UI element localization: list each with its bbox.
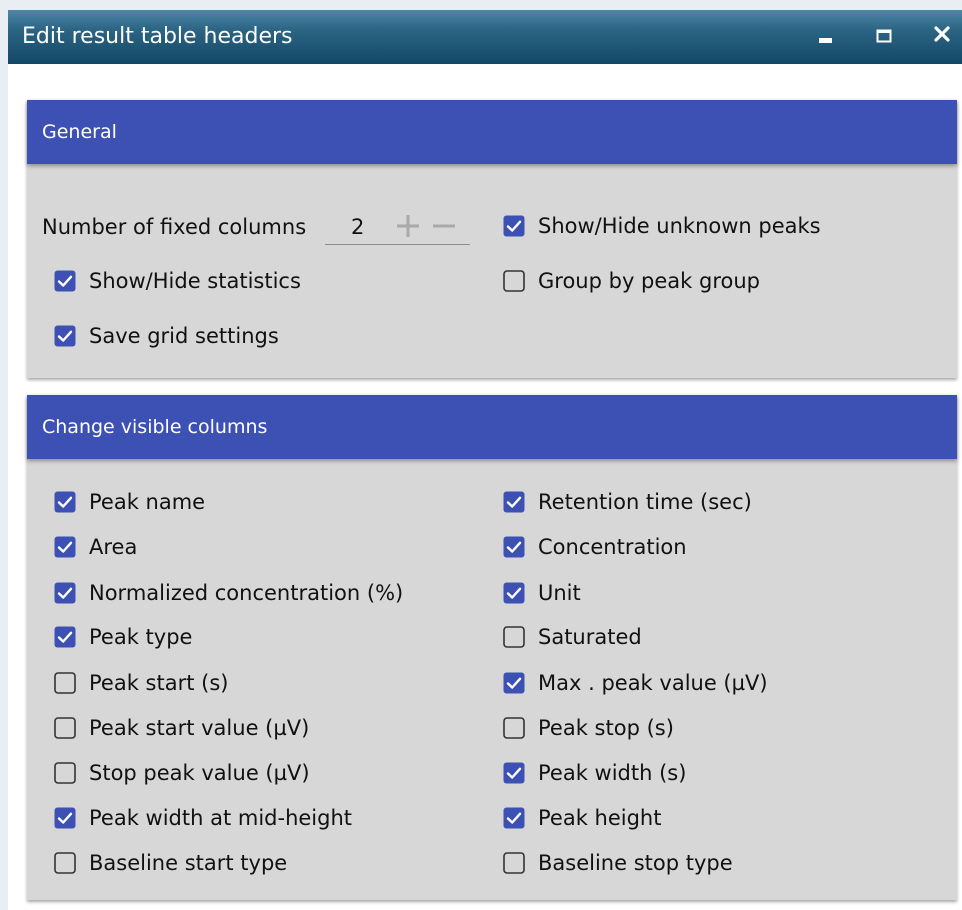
window-title: Edit result table headers: [22, 24, 293, 49]
visible-columns-panel: Change visible columns Peak name Area No…: [27, 395, 957, 900]
checkbox-checked-icon: [54, 807, 76, 829]
checkbox-checked-icon: [54, 491, 76, 513]
minus-icon: [433, 224, 455, 228]
checkbox-checked-icon: [503, 536, 525, 558]
checkbox-label: Peak stop (s): [538, 716, 674, 740]
save-grid-settings-checkbox[interactable]: Save grid settings: [54, 323, 279, 349]
checkbox-unchecked-icon: [503, 626, 525, 648]
checkbox-label: Peak start value (µV): [89, 716, 310, 740]
increment-button[interactable]: [395, 214, 421, 238]
checkbox-unchecked-icon: [54, 672, 76, 694]
checkbox-label: Peak type: [89, 625, 193, 649]
general-panel-header: General: [27, 100, 957, 164]
column-checkbox-concentration[interactable]: Concentration: [503, 534, 687, 560]
checkbox-label: Saturated: [538, 625, 642, 649]
decrement-button[interactable]: [431, 214, 457, 238]
checkbox-checked-icon: [54, 536, 76, 558]
column-checkbox-unit[interactable]: Unit: [503, 580, 581, 606]
checkbox-label: Peak height: [538, 806, 662, 830]
dialog-window: Edit result table headers General Number…: [8, 10, 962, 910]
checkbox-label: Baseline start type: [89, 851, 288, 875]
column-checkbox-stop-peak-value[interactable]: Stop peak value (µV): [54, 760, 310, 786]
show-unknown-peaks-checkbox[interactable]: Show/Hide unknown peaks: [503, 213, 821, 239]
group-by-peak-group-checkbox[interactable]: Group by peak group: [503, 268, 760, 294]
checkbox-checked-icon: [503, 672, 525, 694]
column-checkbox-retention-time[interactable]: Retention time (sec): [503, 489, 752, 515]
fixed-columns-stepper[interactable]: 2: [325, 206, 470, 245]
checkbox-label: Baseline stop type: [538, 851, 733, 875]
maximize-icon: [876, 29, 892, 43]
column-checkbox-peak-name[interactable]: Peak name: [54, 489, 205, 515]
checkbox-label: Show/Hide statistics: [89, 269, 301, 293]
checkbox-checked-icon: [503, 582, 525, 604]
checkbox-checked-icon: [503, 762, 525, 784]
checkbox-label: Concentration: [538, 535, 687, 559]
close-button[interactable]: [928, 22, 956, 50]
column-checkbox-baseline-stop-type[interactable]: Baseline stop type: [503, 850, 733, 876]
close-icon: [934, 26, 950, 42]
column-checkbox-max-peak-value[interactable]: Max . peak value (µV): [503, 670, 768, 696]
checkbox-label: Peak name: [89, 490, 206, 514]
column-checkbox-peak-width-mid-height[interactable]: Peak width at mid-height: [54, 805, 352, 831]
checkbox-checked-icon: [503, 491, 525, 513]
checkbox-checked-icon: [54, 582, 76, 604]
column-checkbox-area[interactable]: Area: [54, 534, 137, 560]
column-checkbox-baseline-start-type[interactable]: Baseline start type: [54, 850, 287, 876]
checkbox-checked-icon: [54, 626, 76, 648]
checkbox-unchecked-icon: [503, 270, 525, 292]
checkbox-label: Show/Hide unknown peaks: [538, 214, 821, 238]
minimize-button[interactable]: [812, 22, 840, 50]
checkbox-label: Peak start (s): [89, 671, 229, 695]
checkbox-unchecked-icon: [503, 852, 525, 874]
title-bar[interactable]: Edit result table headers: [8, 10, 962, 64]
show-statistics-checkbox[interactable]: Show/Hide statistics: [54, 268, 301, 294]
checkbox-checked-icon: [54, 270, 76, 292]
checkbox-unchecked-icon: [54, 717, 76, 739]
column-checkbox-peak-start-value[interactable]: Peak start value (µV): [54, 715, 309, 741]
column-checkbox-saturated[interactable]: Saturated: [503, 624, 642, 650]
maximize-button[interactable]: [870, 22, 898, 50]
column-checkbox-peak-start[interactable]: Peak start (s): [54, 670, 228, 696]
checkbox-label: Retention time (sec): [538, 490, 752, 514]
checkbox-unchecked-icon: [54, 852, 76, 874]
visible-columns-panel-title: Change visible columns: [42, 416, 268, 438]
checkbox-label: Group by peak group: [538, 269, 760, 293]
checkbox-label: Peak width at mid-height: [89, 806, 353, 830]
column-checkbox-peak-stop[interactable]: Peak stop (s): [503, 715, 674, 741]
general-panel: General Number of fixed columns 2 Show/H…: [27, 100, 957, 378]
column-checkbox-peak-height[interactable]: Peak height: [503, 805, 661, 831]
general-panel-title: General: [42, 121, 117, 143]
column-checkbox-peak-type[interactable]: Peak type: [54, 624, 192, 650]
column-checkbox-normalized-concentration[interactable]: Normalized concentration (%): [54, 580, 403, 606]
checkbox-unchecked-icon: [54, 762, 76, 784]
visible-columns-panel-header: Change visible columns: [27, 395, 957, 459]
checkbox-label: Save grid settings: [89, 324, 279, 348]
fixed-columns-value[interactable]: 2: [351, 214, 364, 240]
fixed-columns-label: Number of fixed columns: [42, 215, 307, 239]
column-checkbox-peak-width[interactable]: Peak width (s): [503, 760, 686, 786]
checkbox-label: Area: [89, 535, 138, 559]
checkbox-label: Peak width (s): [538, 761, 687, 785]
minimize-icon: [819, 38, 832, 43]
checkbox-label: Normalized concentration (%): [89, 581, 404, 605]
checkbox-checked-icon: [503, 215, 525, 237]
checkbox-checked-icon: [54, 325, 76, 347]
checkbox-label: Unit: [538, 581, 581, 605]
checkbox-label: Max . peak value (µV): [538, 671, 768, 695]
checkbox-unchecked-icon: [503, 717, 525, 739]
checkbox-label: Stop peak value (µV): [89, 761, 310, 785]
checkbox-checked-icon: [503, 807, 525, 829]
plus-icon: [397, 215, 419, 237]
